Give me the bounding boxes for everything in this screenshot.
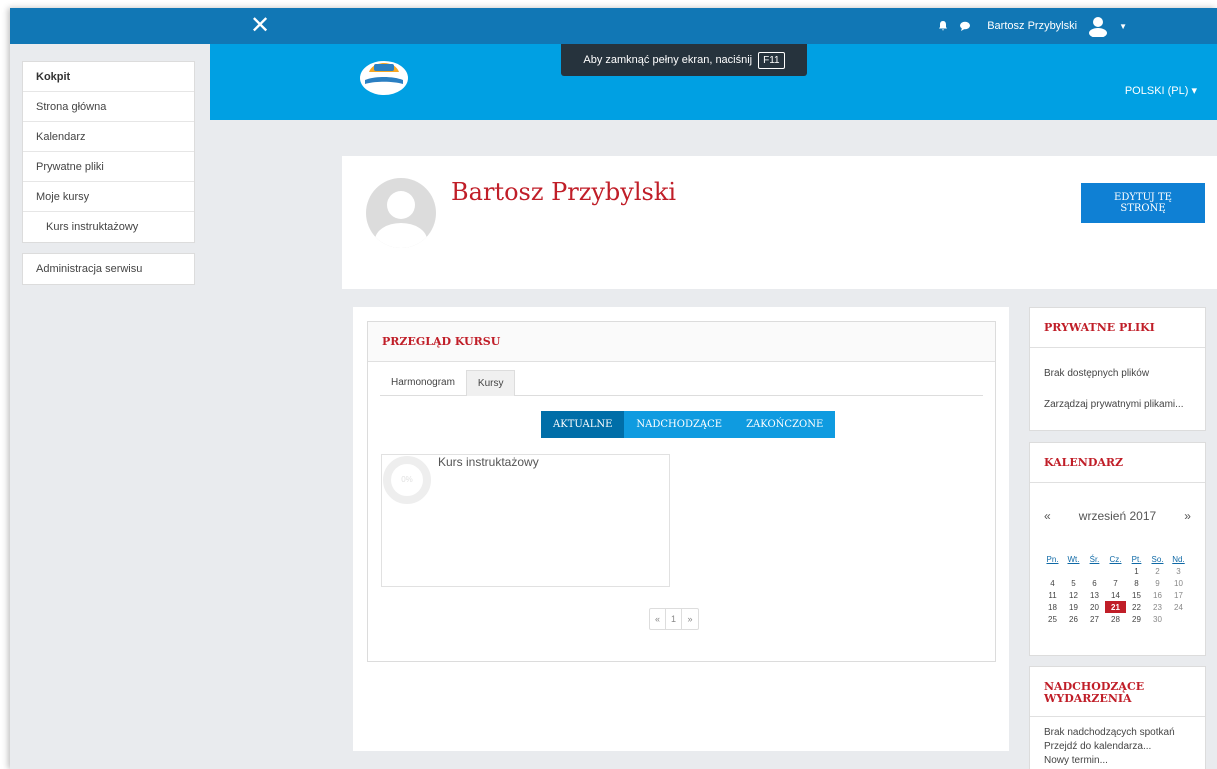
filter-past[interactable]: ZAKOŃCZONE <box>734 411 836 438</box>
weekday-wed: Śr. <box>1089 554 1100 564</box>
calendar-day[interactable]: 26 <box>1063 613 1084 625</box>
calendar-day[interactable]: 4 <box>1042 577 1063 589</box>
calendar-day[interactable]: 19 <box>1063 601 1084 613</box>
course-card-title[interactable]: Kurs instruktażowy <box>438 455 539 469</box>
goto-calendar-link[interactable]: Przejdź do kalendarza... <box>1030 741 1205 752</box>
filter-upcoming[interactable]: NADCHODZĄCE <box>624 411 735 438</box>
language-menu[interactable]: POLSKI (PL) ▾ <box>1125 84 1197 97</box>
calendar-day[interactable]: 24 <box>1168 601 1189 613</box>
page-next-button[interactable]: » <box>682 609 698 629</box>
calendar-day[interactable]: 8 <box>1126 577 1147 589</box>
sidebar-item-dashboard[interactable]: Kokpit <box>23 62 194 92</box>
course-card[interactable]: 0% Kurs instruktażowy <box>381 454 670 587</box>
calendar-day[interactable]: 29 <box>1126 613 1147 625</box>
calendar-day[interactable]: 6 <box>1084 577 1105 589</box>
top-navbar: ✕ Bartosz Przybylski ▼ <box>10 8 1217 44</box>
calendar-day[interactable]: 20 <box>1084 601 1105 613</box>
weekday-fri: Pt. <box>1131 554 1142 564</box>
nav-block: Kokpit Strona główna Kalendarz Prywatne … <box>22 61 195 243</box>
course-filter: AKTUALNE NADCHODZĄCE ZAKOŃCZONE <box>541 411 836 438</box>
user-avatar-icon[interactable] <box>1087 15 1109 37</box>
calendar-day[interactable]: 1 <box>1126 565 1147 577</box>
calendar-nav: « wrzesień 2017 » <box>1030 509 1205 523</box>
private-files-title: PRYWATNE PLIKI <box>1030 308 1205 348</box>
calendar-day[interactable]: 28 <box>1105 613 1126 625</box>
progress-ring: 0% <box>383 456 431 504</box>
sidebar-item-course[interactable]: Kurs instruktażowy <box>23 212 194 242</box>
pagination: « 1 » <box>649 608 699 630</box>
weekday-sun: Nd. <box>1172 554 1185 564</box>
main-content: PRZEGLĄD KURSU Harmonogram Kursy AKTUALN… <box>353 307 1009 751</box>
nav-block-admin: Administracja serwisu <box>22 253 195 285</box>
user-avatar-icon <box>375 191 427 248</box>
manage-files-link[interactable]: Zarządzaj prywatnymi plikami... <box>1030 399 1205 410</box>
weekday-mon: Pn. <box>1046 554 1059 564</box>
chat-icon[interactable] <box>959 20 971 32</box>
profile-header-card: Bartosz Przybylski EDYTUJ TĘ STRONĘ <box>342 156 1217 289</box>
calendar-day[interactable]: 13 <box>1084 589 1105 601</box>
sidebar-nav: Kokpit Strona główna Kalendarz Prywatne … <box>22 61 195 285</box>
upcoming-none: Brak nadchodzących spotkań <box>1044 727 1175 738</box>
calendar-month: wrzesień 2017 <box>1078 509 1157 523</box>
calendar-day[interactable]: 22 <box>1126 601 1147 613</box>
bell-icon[interactable] <box>937 20 949 32</box>
fullscreen-notice: Aby zamknąć pełny ekran, naciśnij F11 <box>561 44 807 76</box>
f11-key: F11 <box>758 51 785 69</box>
calendar-day[interactable]: 30 <box>1147 613 1168 625</box>
calendar-next-button[interactable]: » <box>1184 509 1191 523</box>
calendar-day[interactable]: 11 <box>1042 589 1063 601</box>
fullscreen-notice-text: Aby zamknąć pełny ekran, naciśnij <box>583 54 753 66</box>
calendar-day[interactable]: 16 <box>1147 589 1168 601</box>
calendar-day[interactable]: 7 <box>1105 577 1126 589</box>
private-files-empty: Brak dostępnych plików <box>1044 368 1150 379</box>
course-overview-block: PRZEGLĄD KURSU Harmonogram Kursy AKTUALN… <box>367 321 996 662</box>
profile-name: Bartosz Przybylski <box>451 178 677 206</box>
sidebar-item-my-courses[interactable]: Moje kursy <box>23 182 194 212</box>
chevron-down-icon[interactable]: ▼ <box>1119 22 1127 31</box>
sidebar-item-calendar[interactable]: Kalendarz <box>23 122 194 152</box>
calendar-day[interactable]: 12 <box>1063 589 1084 601</box>
calendar-block: KALENDARZ « wrzesień 2017 » Pn. Wt. Śr. … <box>1029 442 1206 656</box>
new-event-link[interactable]: Nowy termin... <box>1030 755 1205 766</box>
user-menu-area: Bartosz Przybylski ▼ <box>937 8 1127 44</box>
calendar-title: KALENDARZ <box>1030 443 1205 483</box>
calendar-day[interactable]: 25 <box>1042 613 1063 625</box>
weekday-thu: Cz. <box>1109 554 1122 564</box>
browser-window: ✕ Bartosz Przybylski ▼ POLSKI (PL) ▾ Aby… <box>10 8 1217 769</box>
weekday-sat: So. <box>1151 554 1164 564</box>
private-files-block: PRYWATNE PLIKI Brak dostępnych plików Za… <box>1029 307 1206 431</box>
calendar-day[interactable]: 9 <box>1147 577 1168 589</box>
calendar-day[interactable]: 17 <box>1168 589 1189 601</box>
calendar-day[interactable]: 27 <box>1084 613 1105 625</box>
calendar-table: Pn. Wt. Śr. Cz. Pt. So. Nd. 123 4 5 6 7 8 9 10… <box>1042 553 1189 625</box>
calendar-day-today[interactable]: 21 <box>1105 601 1126 613</box>
calendar-day[interactable]: 14 <box>1105 589 1126 601</box>
calendar-day[interactable]: 15 <box>1126 589 1147 601</box>
upcoming-events-block: NADCHODZĄCE WYDARZENIA Brak nadchodzącyc… <box>1029 666 1206 769</box>
calendar-prev-button[interactable]: « <box>1044 509 1051 523</box>
user-name[interactable]: Bartosz Przybylski <box>987 20 1077 32</box>
edit-page-button[interactable]: EDYTUJ TĘ STRONĘ <box>1081 183 1205 223</box>
calendar-day[interactable]: 3 <box>1168 565 1189 577</box>
page-prev-button[interactable]: « <box>650 609 666 629</box>
calendar-day[interactable]: 2 <box>1147 565 1168 577</box>
page-number-button[interactable]: 1 <box>666 609 682 629</box>
weekday-tue: Wt. <box>1067 554 1080 564</box>
filter-current[interactable]: AKTUALNE <box>541 411 625 438</box>
tab-timeline[interactable]: Harmonogram <box>380 370 466 396</box>
tab-courses[interactable]: Kursy <box>465 370 516 396</box>
sidebar-item-admin[interactable]: Administracja serwisu <box>23 254 194 284</box>
upcoming-events-title: NADCHODZĄCE WYDARZENIA <box>1030 667 1205 717</box>
close-icon[interactable]: ✕ <box>246 12 274 40</box>
calendar-day[interactable]: 10 <box>1168 577 1189 589</box>
calendar-day[interactable]: 18 <box>1042 601 1063 613</box>
school-logo[interactable] <box>357 54 411 98</box>
profile-avatar <box>366 178 436 248</box>
calendar-day[interactable]: 23 <box>1147 601 1168 613</box>
sidebar-item-private-files[interactable]: Prywatne pliki <box>23 152 194 182</box>
course-overview-tabs: Harmonogram Kursy <box>380 370 983 396</box>
calendar-day[interactable]: 5 <box>1063 577 1084 589</box>
sidebar-item-home[interactable]: Strona główna <box>23 92 194 122</box>
course-overview-title: PRZEGLĄD KURSU <box>368 322 995 362</box>
